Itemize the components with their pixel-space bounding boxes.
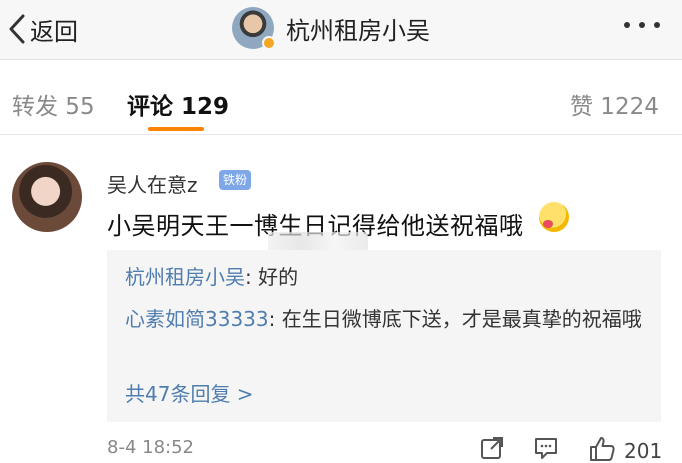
more-icon[interactable] — [624, 22, 660, 28]
avatar — [232, 7, 276, 50]
comment-timestamp: 8-4 18:52 — [107, 437, 194, 458]
comment-footer: 8-4 18:52 201 — [0, 435, 682, 463]
thumbs-up-icon — [588, 435, 616, 463]
tab-likes[interactable]: 赞 1224 — [570, 87, 659, 121]
reply-author[interactable]: 杭州租房小吴 — [125, 265, 245, 289]
tab-comments[interactable]: 评论 129 — [127, 87, 229, 121]
tab-reposts[interactable]: 转发 55 — [12, 87, 95, 121]
view-more-replies-link[interactable]: 共47条回复 > — [125, 378, 254, 407]
reply-text: : 在生日微博底下送，才是最真挚的祝福哦 — [268, 307, 642, 331]
avatar[interactable] — [12, 162, 82, 232]
top-bar: 返回 杭州租房小吴 — [0, 0, 682, 60]
like-count: 201 — [624, 439, 663, 463]
profile-title[interactable]: 杭州租房小吴 — [232, 6, 430, 50]
comment-icon[interactable] — [533, 435, 559, 463]
reply-box[interactable]: 杭州租房小吴: 好的 心素如简33333: 在生日微博底下送，才是最真挚的祝福哦… — [107, 250, 661, 422]
reply-text: : 好的 — [245, 265, 299, 289]
comment-item: 吴人在意z 铁粉 小吴明天王一博生日记得给他送祝福哦 杭州租房小吴: 好的 心素… — [0, 140, 682, 463]
tab-bar: 转发 55 评论 129 赞 1224 — [0, 61, 682, 135]
blush-emoji-icon — [539, 202, 569, 232]
comment-username[interactable]: 吴人在意z — [107, 169, 198, 198]
verified-icon — [262, 36, 276, 50]
like-button[interactable]: 201 — [588, 435, 662, 463]
back-label: 返回 — [30, 17, 78, 46]
reply-item: 心素如简33333: 在生日微博底下送，才是最真挚的祝福哦 — [125, 302, 645, 336]
chevron-left-icon — [8, 13, 26, 45]
share-icon[interactable] — [479, 435, 505, 463]
reply-author[interactable]: 心素如简33333 — [125, 307, 269, 331]
active-tab-indicator — [148, 127, 204, 131]
page-title: 杭州租房小吴 — [286, 16, 430, 45]
fan-badge: 铁粉 — [219, 170, 252, 190]
reply-item: 杭州租房小吴: 好的 — [125, 260, 645, 294]
back-button[interactable]: 返回 — [8, 9, 78, 49]
